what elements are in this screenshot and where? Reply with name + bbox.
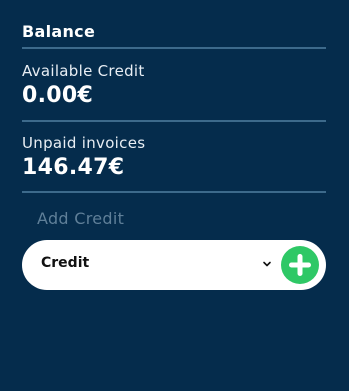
balance-title: Balance xyxy=(22,22,96,41)
unpaid-invoices-value: 146.47€ xyxy=(22,155,125,180)
add-credit-label: Add Credit xyxy=(37,209,125,228)
chevron-down-icon xyxy=(263,261,271,267)
plus-icon xyxy=(289,254,311,276)
available-credit-value: 0.00€ xyxy=(22,83,94,108)
unpaid-invoices-divider xyxy=(22,191,326,193)
available-credit-divider xyxy=(22,120,326,122)
add-credit-button[interactable] xyxy=(281,246,319,284)
balance-divider xyxy=(22,47,326,49)
unpaid-invoices-label: Unpaid invoices xyxy=(22,134,146,152)
available-credit-label: Available Credit xyxy=(22,62,145,80)
credit-select-value: Credit xyxy=(41,255,90,271)
